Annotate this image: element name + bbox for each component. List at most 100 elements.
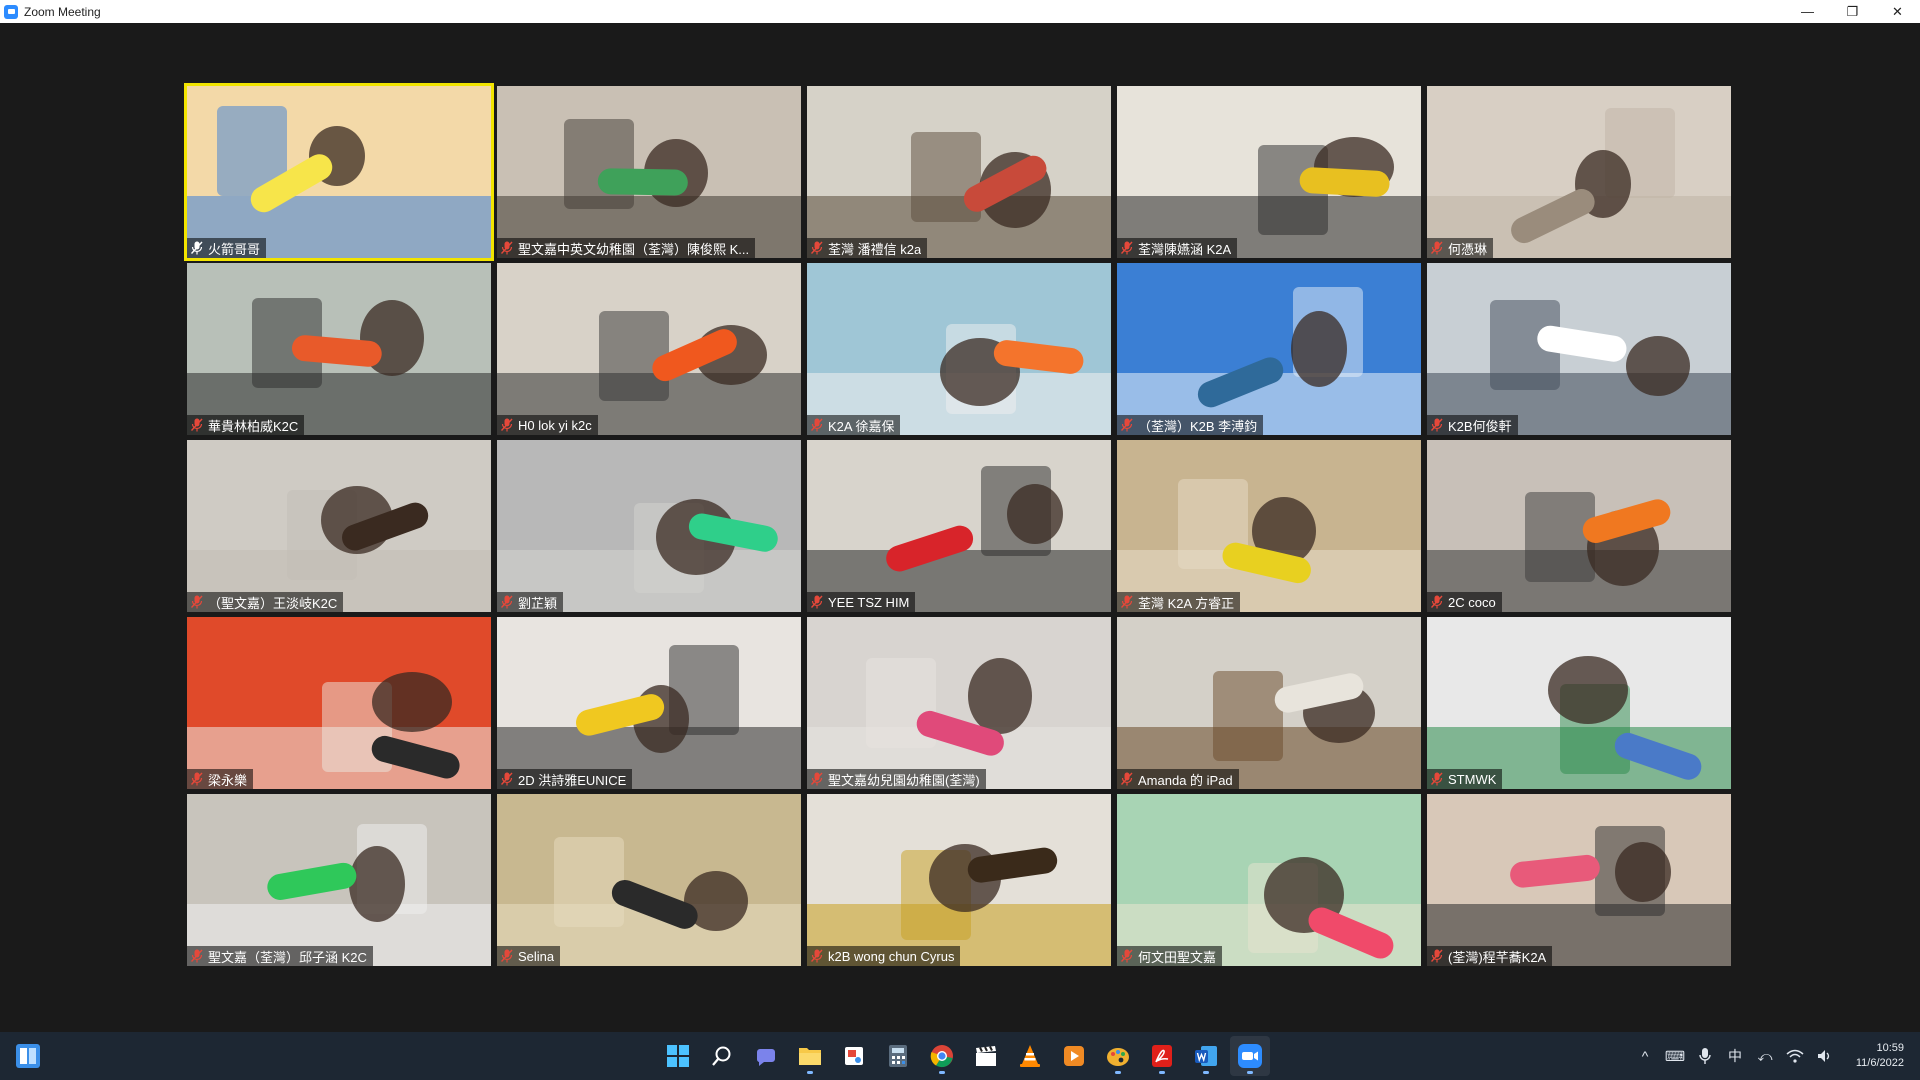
ime-indicator[interactable]: 中 xyxy=(1720,1041,1750,1071)
participant-namebar: 2D 洪詩雅EUNICE xyxy=(497,769,633,789)
participant-tile[interactable]: Selina xyxy=(497,794,801,966)
teams-chat-icon[interactable] xyxy=(746,1036,786,1076)
muted-mic-icon xyxy=(500,418,514,432)
paint-icon[interactable] xyxy=(1098,1036,1138,1076)
keyboard-icon[interactable]: ⌨ xyxy=(1660,1041,1690,1071)
participant-tile[interactable]: K2B何俊軒 xyxy=(1427,263,1731,435)
window-titlebar[interactable]: Zoom Meeting — ❐ ✕ xyxy=(0,0,1920,23)
participant-tile[interactable]: 聖文嘉（荃灣）邱子涵 K2C xyxy=(187,794,491,966)
participant-tile[interactable]: 荃灣 潘禮信 k2a xyxy=(807,86,1111,258)
participant-tile[interactable]: 荃灣 K2A 方睿正 xyxy=(1117,440,1421,612)
participant-tile[interactable]: k2B wong chun Cyrus xyxy=(807,794,1111,966)
participant-video xyxy=(807,86,1111,258)
participant-name: YEE TSZ HIM xyxy=(828,594,910,610)
participant-tile[interactable]: YEE TSZ HIM xyxy=(807,440,1111,612)
participant-tile[interactable]: 華貴林柏威K2C xyxy=(187,263,491,435)
participant-video xyxy=(497,86,801,258)
participant-tile[interactable]: 何憑琳 xyxy=(1427,86,1731,258)
file-explorer-icon[interactable] xyxy=(790,1036,830,1076)
muted-mic-icon xyxy=(1120,772,1134,786)
calculator-icon[interactable] xyxy=(878,1036,918,1076)
participant-name: （聖文嘉）王淡岐K2C xyxy=(208,595,338,611)
participant-name: 荃灣 K2A 方睿正 xyxy=(1138,595,1235,611)
restore-button[interactable]: ❐ xyxy=(1830,0,1875,23)
participant-video xyxy=(1117,617,1421,789)
participant-video xyxy=(807,794,1111,966)
participant-video xyxy=(1427,617,1731,789)
participant-namebar: 聖文嘉幼兒園幼稚園(荃灣) xyxy=(807,769,986,789)
participant-namebar: H0 lok yi k2c xyxy=(497,415,598,435)
vlc-icon[interactable] xyxy=(1010,1036,1050,1076)
muted-mic-icon xyxy=(190,949,204,963)
participant-namebar: 荃灣陳嬿涵 K2A xyxy=(1117,238,1238,258)
participant-video xyxy=(497,794,801,966)
participant-namebar: K2B何俊軒 xyxy=(1427,415,1518,435)
gallery-grid: 火箭哥哥 聖文嘉中英文幼稚園（荃灣）陳俊熙 K... 荃灣 潘禮信 k2a 荃灣陳嬿涵… xyxy=(184,83,1734,990)
participant-tile[interactable]: 火箭哥哥 xyxy=(184,83,494,261)
minimize-button[interactable]: — xyxy=(1785,0,1830,23)
participant-video xyxy=(1117,86,1421,258)
participant-tile[interactable]: 2C coco xyxy=(1427,440,1731,612)
acrobat-icon[interactable] xyxy=(1142,1036,1182,1076)
microphone-icon[interactable] xyxy=(1690,1041,1720,1071)
participant-tile[interactable]: （聖文嘉）王淡岐K2C xyxy=(187,440,491,612)
show-desktop-widget[interactable] xyxy=(14,1042,42,1070)
participant-video xyxy=(807,440,1111,612)
snipping-tool-icon[interactable] xyxy=(834,1036,874,1076)
participant-tile[interactable]: 2D 洪詩雅EUNICE xyxy=(497,617,801,789)
muted-mic-icon xyxy=(190,595,204,609)
muted-mic-icon xyxy=(500,595,514,609)
ime-mode-icon[interactable]: ⤺ xyxy=(1750,1041,1780,1071)
participant-video xyxy=(1427,263,1731,435)
meeting-area: 火箭哥哥 聖文嘉中英文幼稚園（荃灣）陳俊熙 K... 荃灣 潘禮信 k2a 荃灣陳嬿涵… xyxy=(0,23,1920,1032)
participant-tile[interactable]: STMWK xyxy=(1427,617,1731,789)
wifi-icon[interactable] xyxy=(1780,1041,1810,1071)
muted-mic-icon xyxy=(1430,418,1444,432)
participant-name: 2C coco xyxy=(1448,594,1496,610)
volume-icon[interactable] xyxy=(1810,1041,1840,1071)
muted-mic-icon xyxy=(1430,241,1444,255)
participant-video xyxy=(187,617,491,789)
chrome-icon[interactable] xyxy=(922,1036,962,1076)
participant-name: 華貴林柏威K2C xyxy=(208,418,299,434)
participant-tile[interactable]: H0 lok yi k2c xyxy=(497,263,801,435)
muted-mic-icon xyxy=(1430,772,1444,786)
participant-tile[interactable]: 聖文嘉中英文幼稚園（荃灣）陳俊熙 K... xyxy=(497,86,801,258)
participant-tile[interactable]: 劉芷穎 xyxy=(497,440,801,612)
clapperboard-icon[interactable] xyxy=(966,1036,1006,1076)
clock[interactable]: 10:59 11/6/2022 xyxy=(1840,1041,1920,1071)
participant-tile[interactable]: 梁永樂 xyxy=(187,617,491,789)
participant-namebar: YEE TSZ HIM xyxy=(807,592,916,612)
window-title: Zoom Meeting xyxy=(24,4,101,19)
muted-mic-icon xyxy=(1120,595,1134,609)
muted-mic-icon xyxy=(500,772,514,786)
participant-tile[interactable]: （荃灣）K2B 李溥鈞 xyxy=(1117,263,1421,435)
participant-namebar: 2C coco xyxy=(1427,592,1502,612)
close-button[interactable]: ✕ xyxy=(1875,0,1920,23)
zoom-icon[interactable] xyxy=(1230,1036,1270,1076)
participant-name: 2D 洪詩雅EUNICE xyxy=(518,772,627,788)
muted-mic-icon xyxy=(1120,949,1134,963)
participant-video xyxy=(1427,440,1731,612)
search-icon[interactable] xyxy=(702,1036,742,1076)
participant-name: K2B何俊軒 xyxy=(1448,418,1512,434)
participant-namebar: 劉芷穎 xyxy=(497,592,564,612)
tray-chevron-icon[interactable]: ^ xyxy=(1630,1041,1660,1071)
participant-tile[interactable]: 荃灣陳嬿涵 K2A xyxy=(1117,86,1421,258)
participant-video xyxy=(1427,86,1731,258)
participant-tile[interactable]: 聖文嘉幼兒園幼稚園(荃灣) xyxy=(807,617,1111,789)
muted-mic-icon xyxy=(500,949,514,963)
participant-name: 聖文嘉（荃灣）邱子涵 K2C xyxy=(208,949,367,965)
word-icon[interactable] xyxy=(1186,1036,1226,1076)
participant-name: 聖文嘉幼兒園幼稚園(荃灣) xyxy=(828,772,980,788)
participant-video xyxy=(497,617,801,789)
muted-mic-icon xyxy=(1430,949,1444,963)
muted-mic-icon xyxy=(810,772,824,786)
participant-tile[interactable]: K2A 徐嘉保 xyxy=(807,263,1111,435)
participant-name: Amanda 的 iPad xyxy=(1138,772,1233,788)
start-icon[interactable] xyxy=(658,1036,698,1076)
participant-tile[interactable]: (荃灣)程芊蕎K2A xyxy=(1427,794,1731,966)
participant-tile[interactable]: Amanda 的 iPad xyxy=(1117,617,1421,789)
participant-tile[interactable]: 何文田聖文嘉 xyxy=(1117,794,1421,966)
media-player-icon[interactable] xyxy=(1054,1036,1094,1076)
